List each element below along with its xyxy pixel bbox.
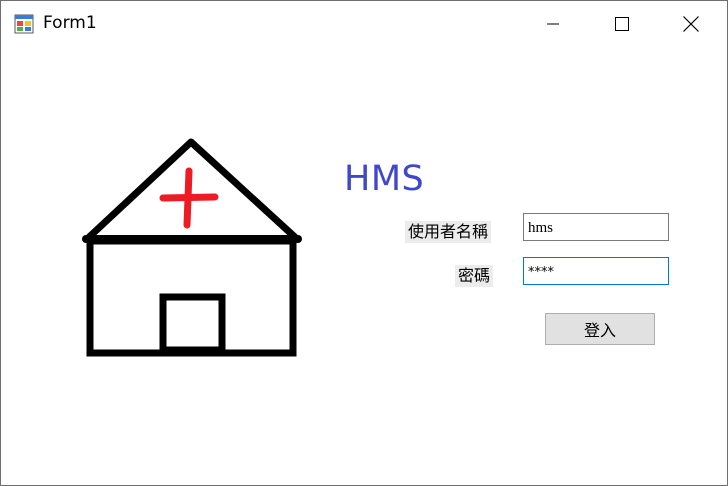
app-heading: HMS	[344, 159, 425, 199]
maximize-button[interactable]	[587, 1, 656, 47]
minimize-icon	[546, 23, 559, 25]
form-icon	[14, 14, 34, 34]
title-bar[interactable]: Form1	[1, 1, 727, 47]
close-icon	[682, 16, 699, 32]
close-button[interactable]	[656, 1, 725, 47]
password-input[interactable]	[523, 257, 669, 285]
minimize-button[interactable]	[518, 1, 587, 47]
login-button[interactable]: 登入	[545, 313, 655, 345]
username-label: 使用者名稱	[405, 221, 492, 243]
username-input[interactable]	[523, 213, 669, 241]
app-window: Form1 HMS 使用者名稱 hms 密碼 **** 登入	[0, 0, 728, 486]
window-title: Form1	[43, 13, 97, 33]
password-label: 密碼	[455, 265, 494, 287]
hospital-house-icon	[82, 138, 302, 357]
maximize-icon	[614, 17, 629, 31]
